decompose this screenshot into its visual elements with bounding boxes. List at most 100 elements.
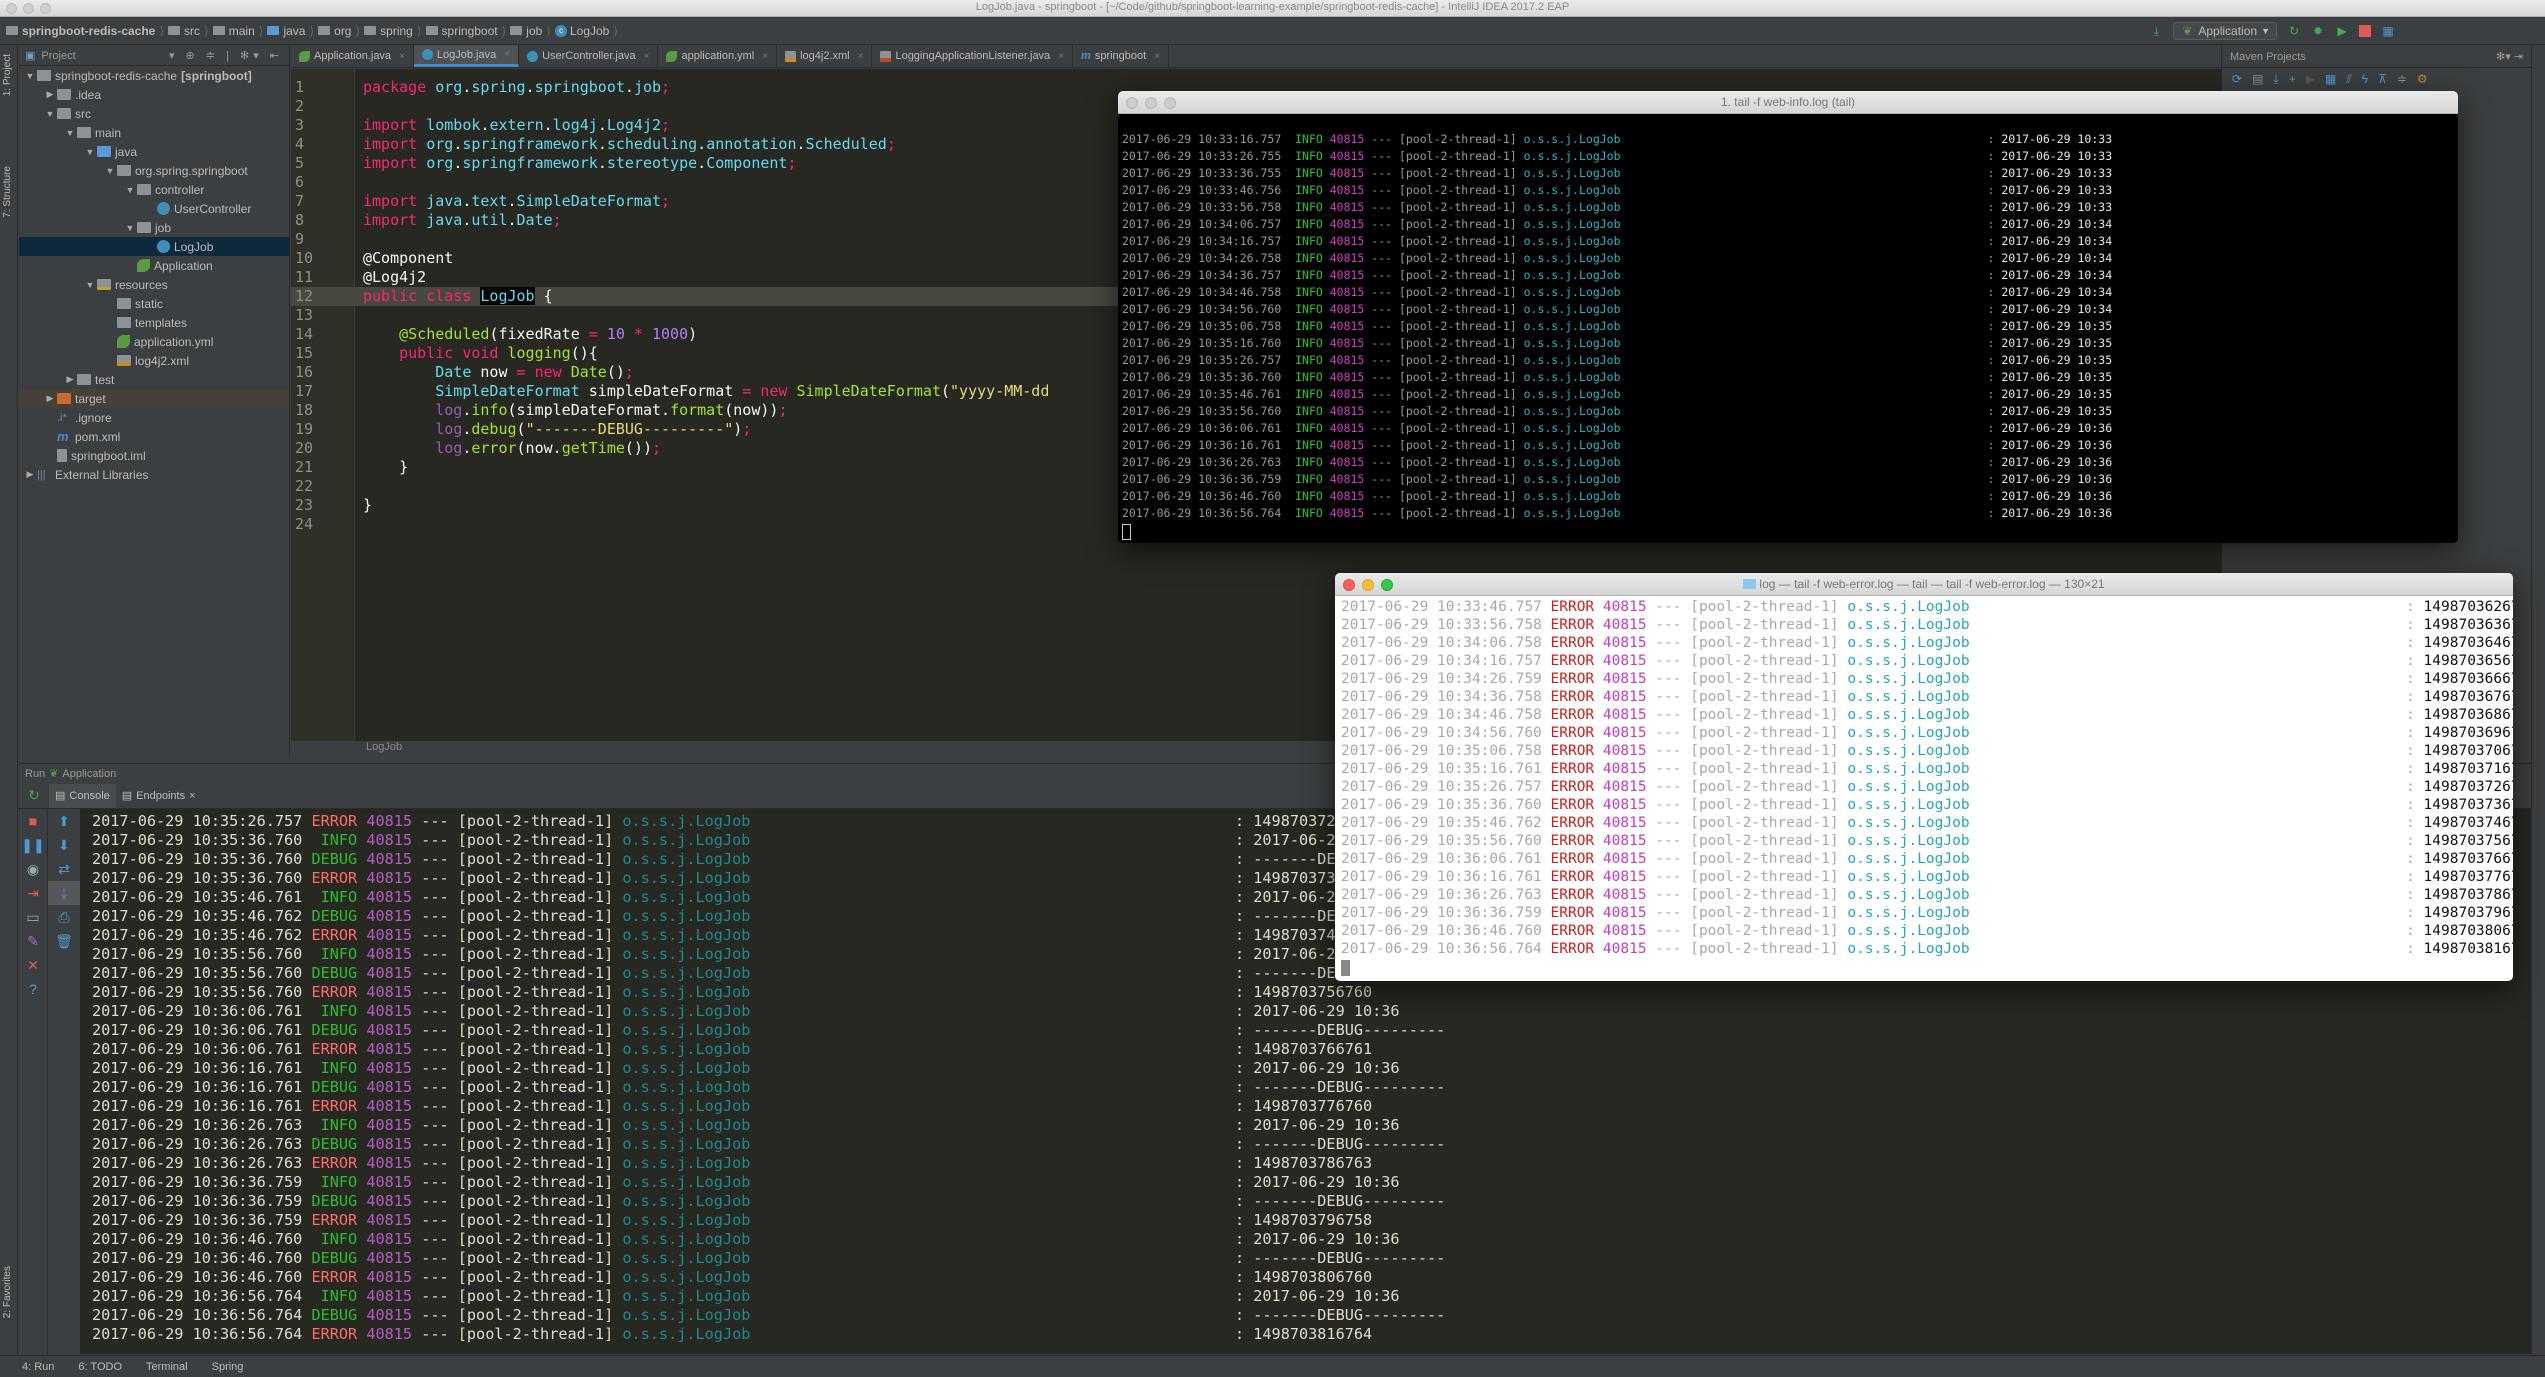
tree-item[interactable]: ▼ job — [19, 218, 289, 237]
tree-item[interactable]: ▼ main — [19, 123, 289, 142]
close-tab-icon[interactable]: × — [644, 51, 650, 62]
tool-window-project[interactable]: 1: Project — [2, 54, 13, 96]
breadcrumb-item[interactable]: spring ⟩ — [364, 24, 422, 38]
close-tab-icon[interactable]: × — [504, 49, 510, 60]
tree-item[interactable]: LogJob — [19, 237, 289, 256]
collapse-all-icon[interactable]: ≑ — [2397, 72, 2407, 86]
pin-icon[interactable]: ✎ — [19, 929, 47, 953]
close-tab-icon[interactable]: × — [189, 790, 195, 802]
tree-item[interactable]: ▶ .idea — [19, 85, 289, 104]
rerun-icon[interactable]: ↻ — [19, 787, 49, 804]
generate-sources-icon[interactable]: ▤ — [2252, 72, 2263, 86]
tree-item[interactable]: ▼ src — [19, 104, 289, 123]
tree-item[interactable]: ▼ controller — [19, 180, 289, 199]
status-tab[interactable]: Spring — [212, 1361, 244, 1373]
gear-icon[interactable]: ✻▾ ⇥ — [2496, 50, 2523, 63]
tree-item[interactable]: .i* .ignore — [19, 408, 289, 427]
maven-settings-icon[interactable]: ⚙ — [2417, 72, 2428, 86]
tab-application-yml[interactable]: application.yml × — [658, 45, 778, 67]
tab-application-java[interactable]: Application.java × — [291, 45, 414, 67]
breadcrumb-item[interactable]: java ⟩ — [267, 24, 314, 38]
close-icon[interactable]: ✕ — [19, 953, 47, 977]
close-tab-icon[interactable]: × — [762, 51, 768, 62]
collapsed-arrow-icon[interactable]: ▶ — [43, 89, 57, 100]
breadcrumb-item[interactable]: springboot-redis-cache ⟩ — [6, 24, 164, 38]
trash-icon[interactable]: 🗑 — [48, 929, 80, 953]
close-tab-icon[interactable]: × — [1154, 51, 1160, 62]
status-tab[interactable]: 6: TODO — [78, 1361, 122, 1373]
expanded-arrow-icon[interactable]: ▼ — [23, 71, 37, 81]
close-tab-icon[interactable]: × — [399, 51, 405, 62]
download-icon[interactable]: ⤓ — [2273, 72, 2278, 87]
tree-item[interactable]: ▼ java — [19, 142, 289, 161]
expanded-arrow-icon[interactable]: ▼ — [83, 147, 97, 157]
tree-item[interactable]: templates — [19, 313, 289, 332]
expanded-arrow-icon[interactable]: ▼ — [43, 109, 57, 119]
tree-item[interactable]: ▼ springboot-redis-cache [springboot] — [19, 66, 289, 85]
breadcrumb-item[interactable]: c LogJob ⟩ — [554, 24, 618, 38]
expanded-arrow-icon[interactable]: ▼ — [123, 223, 137, 233]
exit-icon[interactable]: ⇥ — [19, 881, 47, 905]
stop-icon[interactable]: ■ — [19, 809, 47, 833]
tree-item[interactable]: m pom.xml — [19, 427, 289, 446]
tree-item[interactable]: ▶ target — [19, 389, 289, 408]
print-icon[interactable]: ⎙ — [48, 905, 80, 929]
tree-item[interactable]: Application — [19, 256, 289, 275]
status-tab[interactable]: 4: Run — [22, 1361, 54, 1373]
add-icon[interactable]: + — [2289, 72, 2296, 86]
terminal-window-info[interactable]: 1. tail -f web-info.log (tail) 2017-06-2… — [1118, 91, 2458, 543]
build-icon[interactable]: ⤓ — [2149, 24, 2163, 38]
arrow-down-icon[interactable]: ⬇ — [48, 833, 80, 857]
tree-item[interactable]: ▼ resources — [19, 275, 289, 294]
tree-item[interactable]: springboot.iml — [19, 446, 289, 465]
tree-item[interactable]: ▶ test — [19, 370, 289, 389]
arrow-up-icon[interactable]: ⬆ — [48, 809, 80, 833]
scroll-to-end-icon[interactable]: ⤓ — [48, 881, 80, 905]
project-panel-tools[interactable]: ▾ ⊕ ≑ | ✻▾ ⇤ — [169, 49, 283, 62]
show-dependencies-icon[interactable]: ⊼ — [2378, 72, 2387, 86]
execute-goal-icon[interactable]: ▦ — [2325, 72, 2336, 86]
terminal-window-error[interactable]: log — tail -f web-error.log — tail — tai… — [1335, 573, 2513, 981]
tab-console[interactable]: ▤ Console — [49, 783, 116, 808]
status-tab[interactable]: Terminal — [146, 1361, 188, 1373]
tab-springboot[interactable]: m springboot × — [1073, 45, 1170, 67]
restore-layout-icon[interactable]: ▭ — [19, 905, 47, 929]
run-config-select[interactable]: ❦ Application ▼ — [2173, 22, 2277, 40]
breadcrumb-item[interactable]: job ⟩ — [510, 24, 551, 38]
stop-icon[interactable] — [2359, 25, 2371, 37]
tab-endpoints[interactable]: ▤ Endpoints × — [116, 784, 202, 808]
tab-loggingapplicationlistener-java[interactable]: LoggingApplicationListener.java × — [872, 45, 1074, 67]
rerun-icon[interactable]: ↻ — [2287, 24, 2301, 38]
toggle-offline-icon[interactable]: ⫽ — [2346, 72, 2351, 87]
breadcrumb-item[interactable]: org ⟩ — [318, 24, 360, 38]
tab-logjob-java[interactable]: LogJob.java × — [413, 45, 520, 67]
tree-item[interactable]: static — [19, 294, 289, 313]
tool-window-favorites[interactable]: 2: Favorites — [2, 1266, 13, 1318]
breadcrumb-item[interactable]: main ⟩ — [212, 24, 263, 38]
tab-usercontroller-java[interactable]: UserController.java × — [519, 45, 659, 67]
run-coverage-icon[interactable]: ▶ — [2335, 24, 2349, 38]
debug-icon[interactable]: ✹ — [2311, 24, 2325, 38]
tool-window-structure[interactable]: 7: Structure — [2, 166, 13, 218]
pause-icon[interactable]: ❚❚ — [19, 833, 47, 857]
collapsed-arrow-icon[interactable]: ▶ — [63, 374, 77, 385]
tree-item[interactable]: UserController — [19, 199, 289, 218]
reimport-icon[interactable]: ⟳ — [2232, 72, 2242, 86]
project-panel-title[interactable]: Project — [41, 50, 75, 62]
skip-tests-icon[interactable]: ϟ — [2362, 72, 2368, 86]
tree-item[interactable]: ▶ ||| External Libraries — [19, 465, 289, 484]
tree-item[interactable]: application.yml — [19, 332, 289, 351]
collapsed-arrow-icon[interactable]: ▶ — [43, 393, 57, 404]
expanded-arrow-icon[interactable]: ▼ — [123, 185, 137, 195]
breadcrumb-item[interactable]: src ⟩ — [168, 24, 209, 38]
tree-item[interactable]: ▼ org.spring.springboot — [19, 161, 289, 180]
close-tab-icon[interactable]: × — [1058, 51, 1064, 62]
project-structure-icon[interactable]: ▦ — [2381, 24, 2395, 38]
collapsed-arrow-icon[interactable]: ▶ — [23, 469, 37, 480]
expanded-arrow-icon[interactable]: ▼ — [83, 280, 97, 290]
editor-footer-label[interactable]: LogJob — [366, 741, 402, 753]
help-icon[interactable]: ? — [19, 977, 47, 1001]
soft-wrap-icon[interactable]: ⇄ — [48, 857, 80, 881]
dump-threads-icon[interactable]: ◉ — [19, 857, 47, 881]
tree-item[interactable]: log4j2.xml — [19, 351, 289, 370]
